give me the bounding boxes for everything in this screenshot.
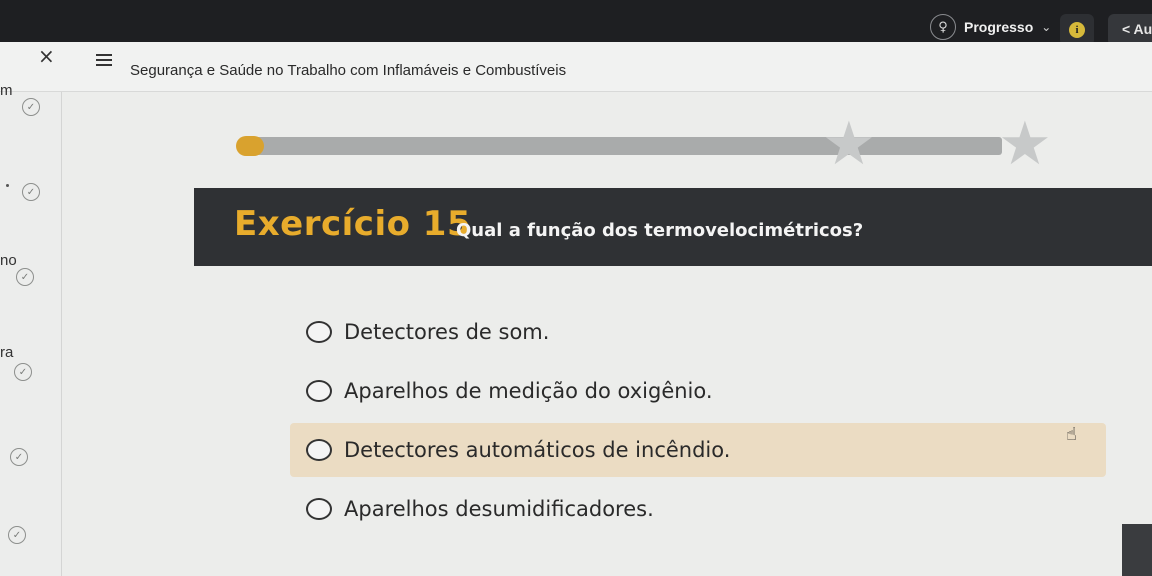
progress-menu[interactable]: ♀ Progresso ⌄	[930, 14, 1051, 40]
option-label: Detectores de som.	[344, 320, 550, 344]
sidebar-item-label: no	[0, 252, 17, 269]
sidebar-item-label: m	[0, 82, 13, 99]
trophy-icon: ♀	[930, 14, 956, 40]
star-icon: ★	[998, 109, 1052, 179]
check-icon: ✓	[16, 268, 34, 286]
option-label: Aparelhos de medição do oxigênio.	[344, 379, 713, 403]
check-icon: ✓	[14, 363, 32, 381]
check-icon: ✓	[22, 98, 40, 116]
option-3[interactable]: Detectores automáticos de incêndio.	[290, 423, 1106, 477]
main-content: ★ ★ Exercício 15 Qual a função dos termo…	[62, 92, 1152, 576]
option-label: Detectores automáticos de incêndio.	[344, 438, 731, 462]
option-2[interactable]: Aparelhos de medição do oxigênio.	[290, 364, 1106, 418]
radio-button[interactable]	[306, 498, 332, 520]
sidebar: m ✓ ✓ no ✓ ra ✓ ✓ ✓	[0, 82, 62, 576]
star-icon: ★	[822, 109, 876, 179]
option-1[interactable]: Detectores de som.	[290, 305, 1106, 359]
radio-button[interactable]	[306, 321, 332, 343]
option-4[interactable]: Aparelhos desumidificadores.	[290, 482, 1106, 536]
exercise-question: Qual a função dos termovelocimétricos?	[456, 220, 864, 241]
corner-panel	[1122, 524, 1152, 576]
radio-button[interactable]	[306, 439, 332, 461]
exercise-title: Exercício 15	[234, 204, 472, 244]
check-icon: ✓	[10, 448, 28, 466]
course-title: Segurança e Saúde no Trabalho com Inflam…	[130, 62, 567, 79]
exercise-progress-track: ★ ★	[236, 114, 1052, 174]
exercise-header: Exercício 15 Qual a função dos termovelo…	[194, 188, 1152, 266]
close-icon[interactable]: ×	[38, 44, 55, 68]
progress-label: Progresso	[964, 19, 1034, 35]
progress-bar	[242, 137, 1002, 155]
bullet-dot	[6, 184, 9, 187]
menu-icon[interactable]	[96, 54, 112, 66]
check-icon: ✓	[22, 183, 40, 201]
progress-fill	[236, 136, 264, 156]
chevron-down-icon: ⌄	[1041, 20, 1052, 34]
hand-cursor-icon: ☝	[1066, 424, 1077, 445]
option-label: Aparelhos desumidificadores.	[344, 497, 654, 521]
sidebar-item-label: ra	[0, 344, 14, 361]
info-icon: i	[1069, 22, 1085, 38]
course-header: × Segurança e Saúde no Trabalho com Infl…	[0, 42, 1152, 92]
check-icon: ✓	[8, 526, 26, 544]
radio-button[interactable]	[306, 380, 332, 402]
